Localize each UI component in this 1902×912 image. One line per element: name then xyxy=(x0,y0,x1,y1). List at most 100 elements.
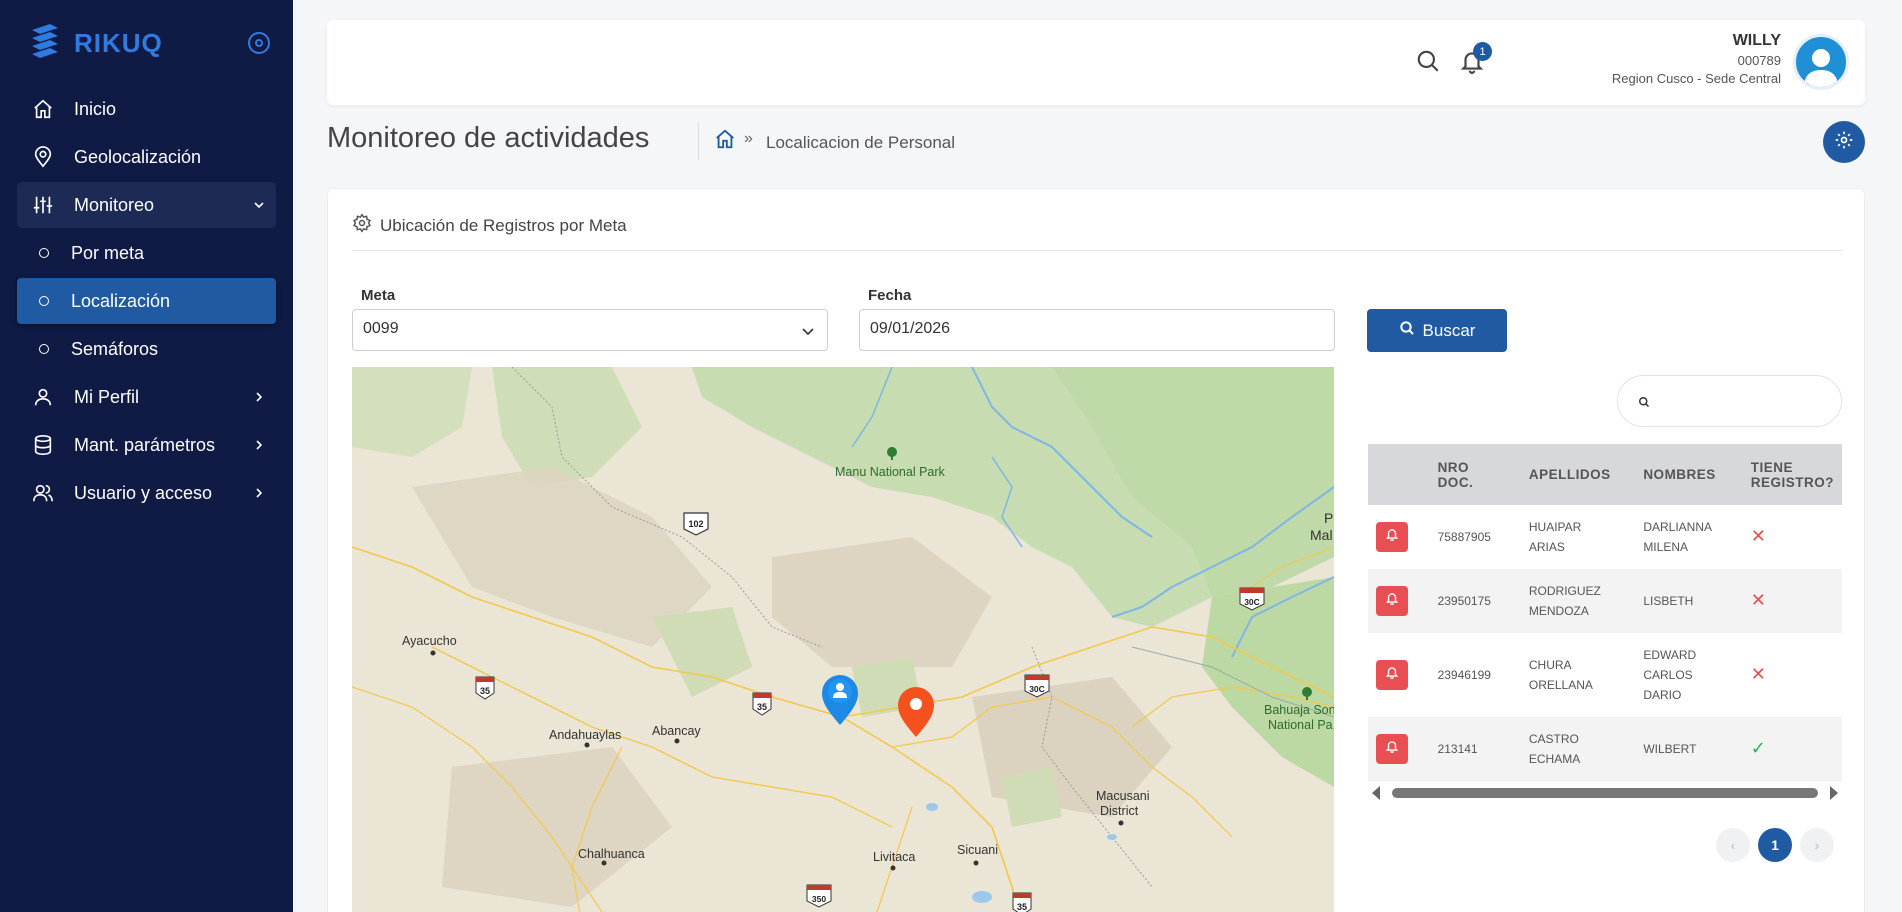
map-label-macusani: Macusani xyxy=(1096,789,1150,803)
pagination-next-button[interactable]: › xyxy=(1800,828,1834,862)
table-row: 23946199 CHURA ORELLANA EDWARD CARLOS DARIO… xyxy=(1368,633,1842,717)
chevron-right-icon xyxy=(252,388,266,409)
circle-icon xyxy=(39,296,49,306)
sidebar-item-label: Localización xyxy=(71,290,171,311)
user-region: Region Cusco - Sede Central xyxy=(1611,71,1781,86)
cell-apellidos: CHURA ORELLANA xyxy=(1528,658,1593,692)
alert-button[interactable] xyxy=(1376,734,1408,764)
sidebar-item-label: Mant. parámetros xyxy=(74,434,216,455)
sidebar-item-label: Geolocalización xyxy=(74,146,202,167)
cell-doc: 23946199 xyxy=(1437,668,1491,682)
cell-nombres: DARLIANNA MILENA xyxy=(1643,520,1712,554)
main-card: Ubicación de Registros por Meta Meta 009… xyxy=(327,188,1865,912)
circle-icon xyxy=(39,248,49,258)
sidebar-item-label: Inicio xyxy=(74,98,117,119)
gear-icon xyxy=(352,213,372,238)
cell-registro: ✕ xyxy=(1743,505,1842,569)
breadcrumb-current: Localicacion de Personal xyxy=(766,133,956,152)
table-search-input[interactable] xyxy=(1617,375,1842,427)
brand[interactable]: RIKUQ xyxy=(28,22,163,65)
table-header-tiene-registro[interactable]: TIENE REGISTRO? xyxy=(1743,444,1842,505)
sidebar-item-geolocalizacion[interactable]: Geolocalización xyxy=(17,134,276,180)
svg-text:30C: 30C xyxy=(1244,597,1260,607)
table-header-apellidos[interactable]: APELLIDOS xyxy=(1521,444,1635,505)
table-header-nombres[interactable]: NOMBRES xyxy=(1635,444,1742,505)
alert-button[interactable] xyxy=(1376,660,1408,690)
x-icon: ✕ xyxy=(1750,664,1766,684)
svg-text:102: 102 xyxy=(688,519,703,529)
table-row: 75887905 HUAIPAR ARIAS DARLIANNA MILENA ✕ xyxy=(1368,505,1842,569)
sidebar-nav: Inicio Geolocalización Monitoreo Por met… xyxy=(17,86,276,518)
map-label-ayacucho: Ayacucho xyxy=(402,634,457,648)
avatar[interactable] xyxy=(1793,34,1849,90)
check-icon: ✓ xyxy=(1750,738,1766,758)
meta-select-value: 0099 xyxy=(363,320,399,337)
fecha-value: 09/01/2026 xyxy=(870,320,951,337)
home-icon[interactable] xyxy=(714,128,736,155)
sidebar-item-usuario-acceso[interactable]: Usuario y acceso xyxy=(17,470,276,516)
meta-select[interactable]: 0099 xyxy=(352,309,828,351)
scroll-right-icon[interactable] xyxy=(1830,786,1838,800)
map-label-sicuani: Sicuani xyxy=(957,843,998,857)
map-label-andahuaylas: Andahuaylas xyxy=(549,728,621,742)
search-icon xyxy=(1638,395,1650,413)
sidebar-item-semaforos[interactable]: Semáforos xyxy=(17,326,276,372)
sidebar-item-mant-parametros[interactable]: Mant. parámetros xyxy=(17,422,276,468)
user-code: 000789 xyxy=(1737,53,1781,68)
table-row: 213141 CASTRO ECHAMA WILBERT ✓ xyxy=(1368,717,1842,781)
sidebar-toggle-icon[interactable] xyxy=(248,32,270,54)
cell-nombres: EDWARD CARLOS DARIO xyxy=(1643,648,1697,702)
buscar-button[interactable]: Buscar xyxy=(1367,309,1507,352)
sidebar-item-label: Monitoreo xyxy=(74,194,155,215)
sidebar-item-label: Mi Perfil xyxy=(74,386,140,407)
scroll-left-icon[interactable] xyxy=(1372,786,1380,800)
sidebar-item-monitoreo[interactable]: Monitoreo xyxy=(17,182,276,228)
sidebar: RIKUQ Inicio Geolocalización Monitoreo P… xyxy=(0,0,293,912)
search-icon[interactable] xyxy=(1415,48,1441,79)
page-title: Monitoreo de actividades xyxy=(327,122,650,154)
user-name: WILLY xyxy=(1732,32,1781,49)
chevron-down-icon xyxy=(252,196,266,217)
user-info[interactable]: WILLY 000789 Region Cusco - Sede Central xyxy=(1612,32,1781,86)
breadcrumb-separator-icon: » xyxy=(744,130,753,147)
cell-doc: 213141 xyxy=(1437,742,1478,756)
sidebar-item-inicio[interactable]: Inicio xyxy=(17,86,276,132)
alert-button[interactable] xyxy=(1376,522,1408,552)
chevron-right-icon xyxy=(252,436,266,457)
map-view[interactable]: 102 35 35 30C 30C 350 35 Manu National P… xyxy=(352,367,1334,912)
fecha-field[interactable]: 09/01/2026 xyxy=(859,309,1335,351)
divider xyxy=(352,250,1842,251)
sidebar-item-mi-perfil[interactable]: Mi Perfil xyxy=(17,374,276,420)
cell-registro: ✕ xyxy=(1743,569,1842,633)
chevron-down-icon xyxy=(801,324,815,343)
scrollbar-thumb[interactable] xyxy=(1392,788,1818,798)
bell-icon xyxy=(1385,739,1399,759)
notification-badge: 1 xyxy=(1473,42,1492,61)
table-header-nro-doc[interactable]: NRO DOC. xyxy=(1430,444,1521,505)
cell-doc: 75887905 xyxy=(1437,530,1491,544)
personal-table: NRO DOC. APELLIDOS NOMBRES TIENE REGISTRO?… xyxy=(1368,444,1842,804)
svg-text:350: 350 xyxy=(812,894,826,904)
cell-nombres: WILBERT xyxy=(1643,742,1697,756)
map-label-p: P xyxy=(1324,510,1333,526)
circle-icon xyxy=(39,344,49,354)
brand-name: RIKUQ xyxy=(74,28,163,58)
svg-text:35: 35 xyxy=(480,686,490,696)
sidebar-item-label: Por meta xyxy=(71,242,145,263)
cell-doc: 23950175 xyxy=(1437,594,1491,608)
table-horizontal-scrollbar[interactable] xyxy=(1368,785,1842,801)
search-icon xyxy=(1399,320,1415,341)
alert-button[interactable] xyxy=(1376,586,1408,616)
users-icon xyxy=(32,482,54,504)
card-header: Ubicación de Registros por Meta xyxy=(352,213,627,238)
map-label-chalhuanca: Chalhuanca xyxy=(578,847,645,861)
table-row: 23950175 RODRIGUEZ MENDOZA LISBETH ✕ xyxy=(1368,569,1842,633)
map-label-mal: Mal xyxy=(1310,527,1333,543)
pagination-prev-button[interactable]: ‹ xyxy=(1716,828,1750,862)
bell-icon xyxy=(1385,527,1399,547)
settings-button[interactable] xyxy=(1823,121,1865,163)
sidebar-item-por-meta[interactable]: Por meta xyxy=(17,230,276,276)
sidebar-item-localizacion[interactable]: Localización xyxy=(17,278,276,324)
map-pin-icon xyxy=(32,146,54,168)
pagination-page-1[interactable]: 1 xyxy=(1758,828,1792,862)
